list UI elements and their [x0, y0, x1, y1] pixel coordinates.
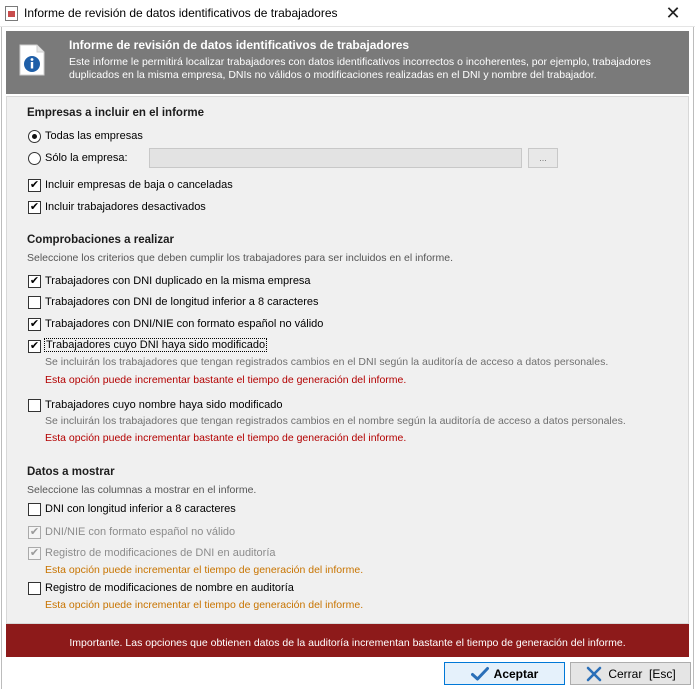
- company-browse-button: ...: [528, 148, 558, 168]
- window-title: Informe de revisión de datos identificat…: [24, 6, 338, 20]
- check-col-dni-formato-label: DNI/NIE con formato español no válido: [45, 526, 236, 538]
- check-col-dni-formato: ✔: [28, 526, 41, 539]
- warning-dni-modificado: Esta opción puede incrementar bastante e…: [45, 374, 407, 386]
- check-dni-formato-label[interactable]: Trabajadores con DNI/NIE con formato esp…: [45, 318, 323, 330]
- section-comprobaciones-title: Comprobaciones a realizar: [27, 234, 174, 246]
- check-nombre-modificado-label[interactable]: Trabajadores cuyo nombre haya sido modif…: [45, 399, 282, 411]
- check-dni-longitud[interactable]: [28, 296, 41, 309]
- banner-description: Este informe le permitirá localizar trab…: [69, 56, 651, 81]
- close-button[interactable]: Cerrar [Esc]: [570, 662, 691, 685]
- check-dni-duplicado[interactable]: ✔: [28, 275, 41, 288]
- check-dni-modificado[interactable]: ✔: [28, 340, 41, 353]
- radio-selected-dot: [32, 134, 37, 139]
- check-col-dni-longitud-label[interactable]: DNI con longitud inferior a 8 caracteres: [45, 503, 236, 515]
- section-comprobaciones-subtitle: Seleccione los criterios que deben cumpl…: [27, 252, 454, 264]
- check-col-registro-nombre[interactable]: [28, 582, 41, 595]
- radio-all-companies-label[interactable]: Todas las empresas: [45, 130, 143, 142]
- banner-title: Informe de revisión de datos identificat…: [69, 38, 410, 52]
- check-col-registro-dni-label: Registro de modificaciones de DNI en aud…: [45, 547, 276, 559]
- check-dni-modificado-label-wrap[interactable]: Trabajadores cuyo DNI haya sido modifica…: [44, 338, 268, 352]
- app-icon: [5, 6, 18, 21]
- check-nombre-modificado[interactable]: [28, 399, 41, 412]
- warning-col-registro-dni: Esta opción puede incrementar el tiempo …: [45, 564, 364, 576]
- checkmark-icon: [470, 666, 489, 680]
- check-col-dni-longitud[interactable]: [28, 503, 41, 516]
- check-baja-label[interactable]: Incluir empresas de baja o canceladas: [45, 179, 233, 191]
- check-col-registro-nombre-label[interactable]: Registro de modificaciones de nombre en …: [45, 582, 294, 594]
- check-col-registro-dni: ✔: [28, 547, 41, 560]
- check-dni-duplicado-label[interactable]: Trabajadores con DNI duplicado en la mis…: [45, 275, 311, 287]
- info-document-icon: [19, 44, 45, 76]
- section-datos-title: Datos a mostrar: [27, 466, 115, 478]
- important-notice-text: Importante. Las opciones que obtienen da…: [69, 637, 626, 649]
- window-close-icon[interactable]: ✕: [659, 3, 687, 23]
- accept-button[interactable]: Aceptar: [444, 662, 565, 685]
- check-dni-longitud-label[interactable]: Trabajadores con DNI de longitud inferio…: [45, 296, 319, 308]
- check-desactivados-label[interactable]: Incluir trabajadores desactivados: [45, 201, 206, 213]
- section-datos-subtitle: Seleccione las columnas a mostrar en el …: [27, 484, 257, 496]
- warning-col-registro-nombre: Esta opción puede incrementar el tiempo …: [45, 599, 364, 611]
- section-empresas-title: Empresas a incluir en el informe: [27, 107, 205, 119]
- check-dni-formato[interactable]: ✔: [28, 318, 41, 331]
- close-button-label: Cerrar [Esc]: [608, 666, 676, 681]
- radio-single-company-label[interactable]: Sólo la empresa:: [45, 152, 128, 164]
- radio-all-companies[interactable]: [28, 130, 41, 143]
- radio-single-company[interactable]: [28, 152, 41, 165]
- check-desactivados[interactable]: ✔: [28, 201, 41, 214]
- company-select: [149, 148, 522, 168]
- warning-nombre-modificado: Esta opción puede incrementar bastante e…: [45, 432, 407, 444]
- note-nombre-modificado: Se incluirán los trabajadores que tengan…: [45, 415, 626, 427]
- check-dni-modificado-label[interactable]: Trabajadores cuyo DNI haya sido modifica…: [44, 338, 268, 352]
- check-baja[interactable]: ✔: [28, 179, 41, 192]
- close-x-icon: [587, 666, 602, 681]
- accept-button-label: Aceptar: [493, 666, 539, 681]
- note-dni-modificado: Se incluirán los trabajadores que tengan…: [45, 356, 609, 368]
